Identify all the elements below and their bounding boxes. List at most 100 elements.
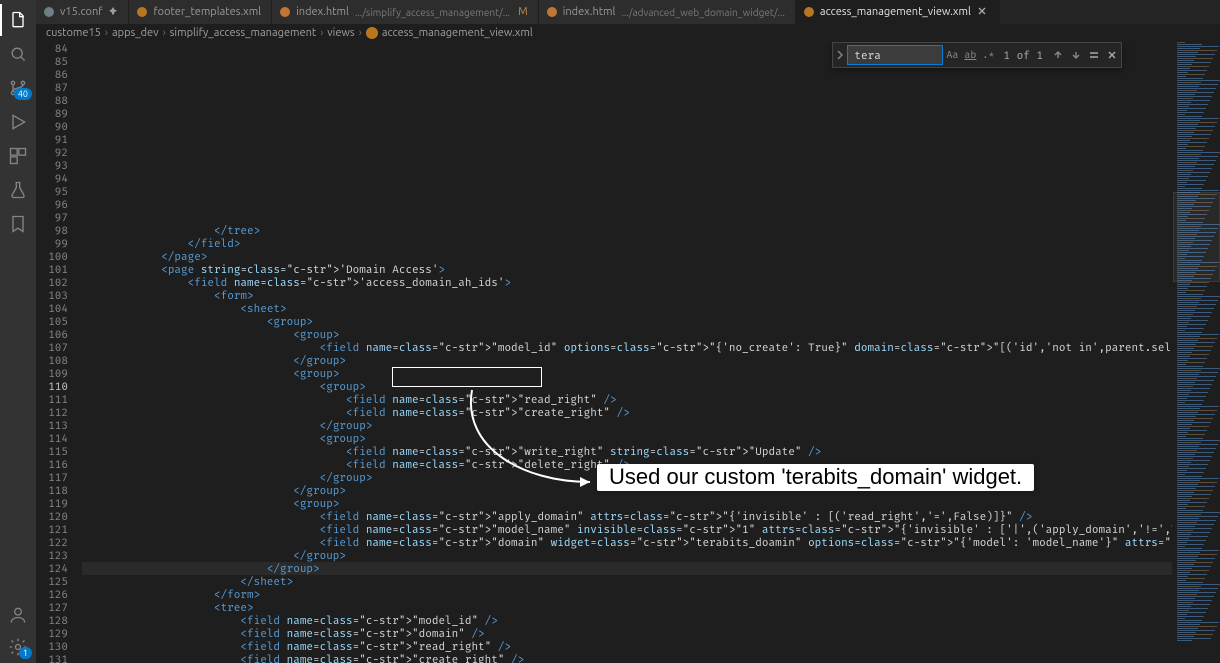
breadcrumb-segment[interactable]: simplify_access_management [170, 27, 317, 39]
line-number: 94 [36, 172, 68, 185]
code-area[interactable]: Aa ab .* 1 of 1 [82, 42, 1172, 663]
minimap-viewport[interactable] [1173, 192, 1220, 282]
code-line[interactable]: <field name=class="c-str">'access_domain… [82, 276, 1172, 289]
code-line[interactable]: <sheet> [82, 302, 1172, 315]
activity-account[interactable] [0, 599, 36, 631]
find-widget: Aa ab .* 1 of 1 [832, 42, 1122, 68]
code-line[interactable]: </group> [82, 419, 1172, 432]
code-line[interactable]: <field name=class="c-str">"model_id" opt… [82, 341, 1172, 354]
code-line[interactable]: <tree> [82, 601, 1172, 614]
find-input[interactable] [847, 45, 943, 65]
activity-testing[interactable] [0, 174, 36, 206]
code-line[interactable]: <field name=class="c-str">"domain" widge… [82, 536, 1172, 549]
line-number: 102 [36, 276, 68, 289]
annotation-arrow [442, 387, 622, 497]
code-line[interactable]: </sheet> [82, 575, 1172, 588]
breadcrumb-segment[interactable]: custome15 [46, 27, 101, 39]
code-line[interactable]: </group> [82, 354, 1172, 367]
activity-search[interactable] [0, 38, 36, 70]
code-line[interactable]: <group> [82, 367, 1172, 380]
tab-close-button[interactable] [977, 6, 989, 18]
code-line[interactable]: <field name=class="c-str">"apply_domain"… [82, 510, 1172, 523]
tab-index-html[interactable]: index.html.../advanced_web_domain_widget… [539, 0, 796, 24]
line-number: 100 [36, 250, 68, 263]
activity-settings[interactable]: 1 [0, 631, 36, 663]
line-number: 113 [36, 419, 68, 432]
code-line[interactable]: <group> [82, 328, 1172, 341]
chevron-right-icon: › [359, 27, 362, 39]
activity-extensions[interactable] [0, 140, 36, 172]
find-in-selection[interactable] [1085, 46, 1103, 64]
find-next[interactable] [1067, 46, 1085, 64]
code-line[interactable]: </tree> [82, 224, 1172, 237]
code-line[interactable]: <group> [82, 497, 1172, 510]
code-line[interactable]: </group> [82, 549, 1172, 562]
tab-path-suffix: .../advanced_web_domain_widget/... [621, 7, 784, 18]
code-line[interactable]: <group> [82, 315, 1172, 328]
line-number: 125 [36, 575, 68, 588]
line-number: 93 [36, 159, 68, 172]
tab-footer-templates-xml[interactable]: footer_templates.xml [129, 0, 272, 24]
activity-scm[interactable]: 40 [0, 72, 36, 104]
editor[interactable]: 8485868788899091929394959697989910010110… [36, 42, 1220, 663]
xml-file-icon [366, 27, 378, 39]
code-line[interactable]: <page string=class="c-str">'Domain Acces… [82, 263, 1172, 276]
code-line[interactable]: </field> [82, 237, 1172, 250]
code-line[interactable]: <form> [82, 289, 1172, 302]
line-number: 89 [36, 107, 68, 120]
find-expand[interactable] [833, 43, 847, 67]
code-line[interactable]: <group> [82, 432, 1172, 445]
pin-icon [108, 6, 118, 19]
breadcrumb[interactable]: custome15›apps_dev›simplify_access_manag… [36, 24, 1220, 42]
breadcrumb-segment[interactable]: apps_dev [112, 27, 159, 39]
activity-explorer[interactable] [0, 4, 36, 36]
code-line[interactable]: </form> [82, 588, 1172, 601]
code-line[interactable]: <field name=class="c-str">"create_right"… [82, 406, 1172, 419]
line-number: 88 [36, 94, 68, 107]
line-number: 131 [36, 653, 68, 663]
tab-label: index.html [296, 6, 349, 18]
code-line[interactable]: <field name=class="c-str">"domain" /> [82, 627, 1172, 640]
line-number: 123 [36, 549, 68, 562]
code-line[interactable]: <field name=class="c-str">"read_right" /… [82, 640, 1172, 653]
line-number: 130 [36, 640, 68, 653]
activity-run[interactable] [0, 106, 36, 138]
code-line[interactable]: <field name=class="c-str">"create_right"… [82, 653, 1172, 663]
breadcrumb-segment[interactable]: views [327, 27, 354, 39]
line-number: 116 [36, 458, 68, 471]
find-prev[interactable] [1049, 46, 1067, 64]
line-number: 111 [36, 393, 68, 406]
chevron-right-icon: › [163, 27, 166, 39]
code-line[interactable]: </group> [82, 562, 1172, 575]
find-result-count: 1 of 1 [1003, 49, 1043, 62]
code-line[interactable]: <field name=class="c-str">"write_right" … [82, 445, 1172, 458]
breadcrumb-segment[interactable]: access_management_view.xml [382, 27, 533, 39]
minimap[interactable] [1172, 42, 1220, 663]
activity-bookmark[interactable] [0, 208, 36, 240]
account-icon [8, 605, 28, 625]
line-number: 115 [36, 445, 68, 458]
code-line[interactable]: </page> [82, 250, 1172, 263]
xml-file-icon [804, 7, 814, 17]
find-close[interactable] [1103, 46, 1121, 64]
flask-icon [8, 180, 28, 200]
files-icon [8, 10, 28, 30]
code-line[interactable]: <field name=class="c-str">"model_id" /> [82, 614, 1172, 627]
find-match-case[interactable]: Aa [943, 46, 961, 64]
annotation-callout: Used our custom 'terabits_domain' widget… [597, 464, 1034, 491]
chevron-right-icon: › [320, 27, 323, 39]
code-line[interactable]: <field name=class="c-str">"read_right" /… [82, 393, 1172, 406]
html-file-icon [547, 7, 557, 17]
search-icon [8, 44, 28, 64]
tab-v15-conf[interactable]: v15.conf [36, 0, 129, 24]
line-number: 117 [36, 471, 68, 484]
code-line[interactable]: <group> [82, 380, 1172, 393]
extensions-icon [8, 146, 28, 166]
arrow-up-icon [1053, 50, 1063, 60]
find-match-word[interactable]: ab [961, 46, 979, 64]
tab-index-html[interactable]: index.html.../simplify_access_management… [272, 0, 539, 24]
tab-access-management-view-xml[interactable]: access_management_view.xml [796, 0, 1000, 24]
bookmark-icon [8, 214, 28, 234]
find-use-regex[interactable]: .* [979, 46, 997, 64]
code-line[interactable]: <field name=class="c-str">"model_name" i… [82, 523, 1172, 536]
